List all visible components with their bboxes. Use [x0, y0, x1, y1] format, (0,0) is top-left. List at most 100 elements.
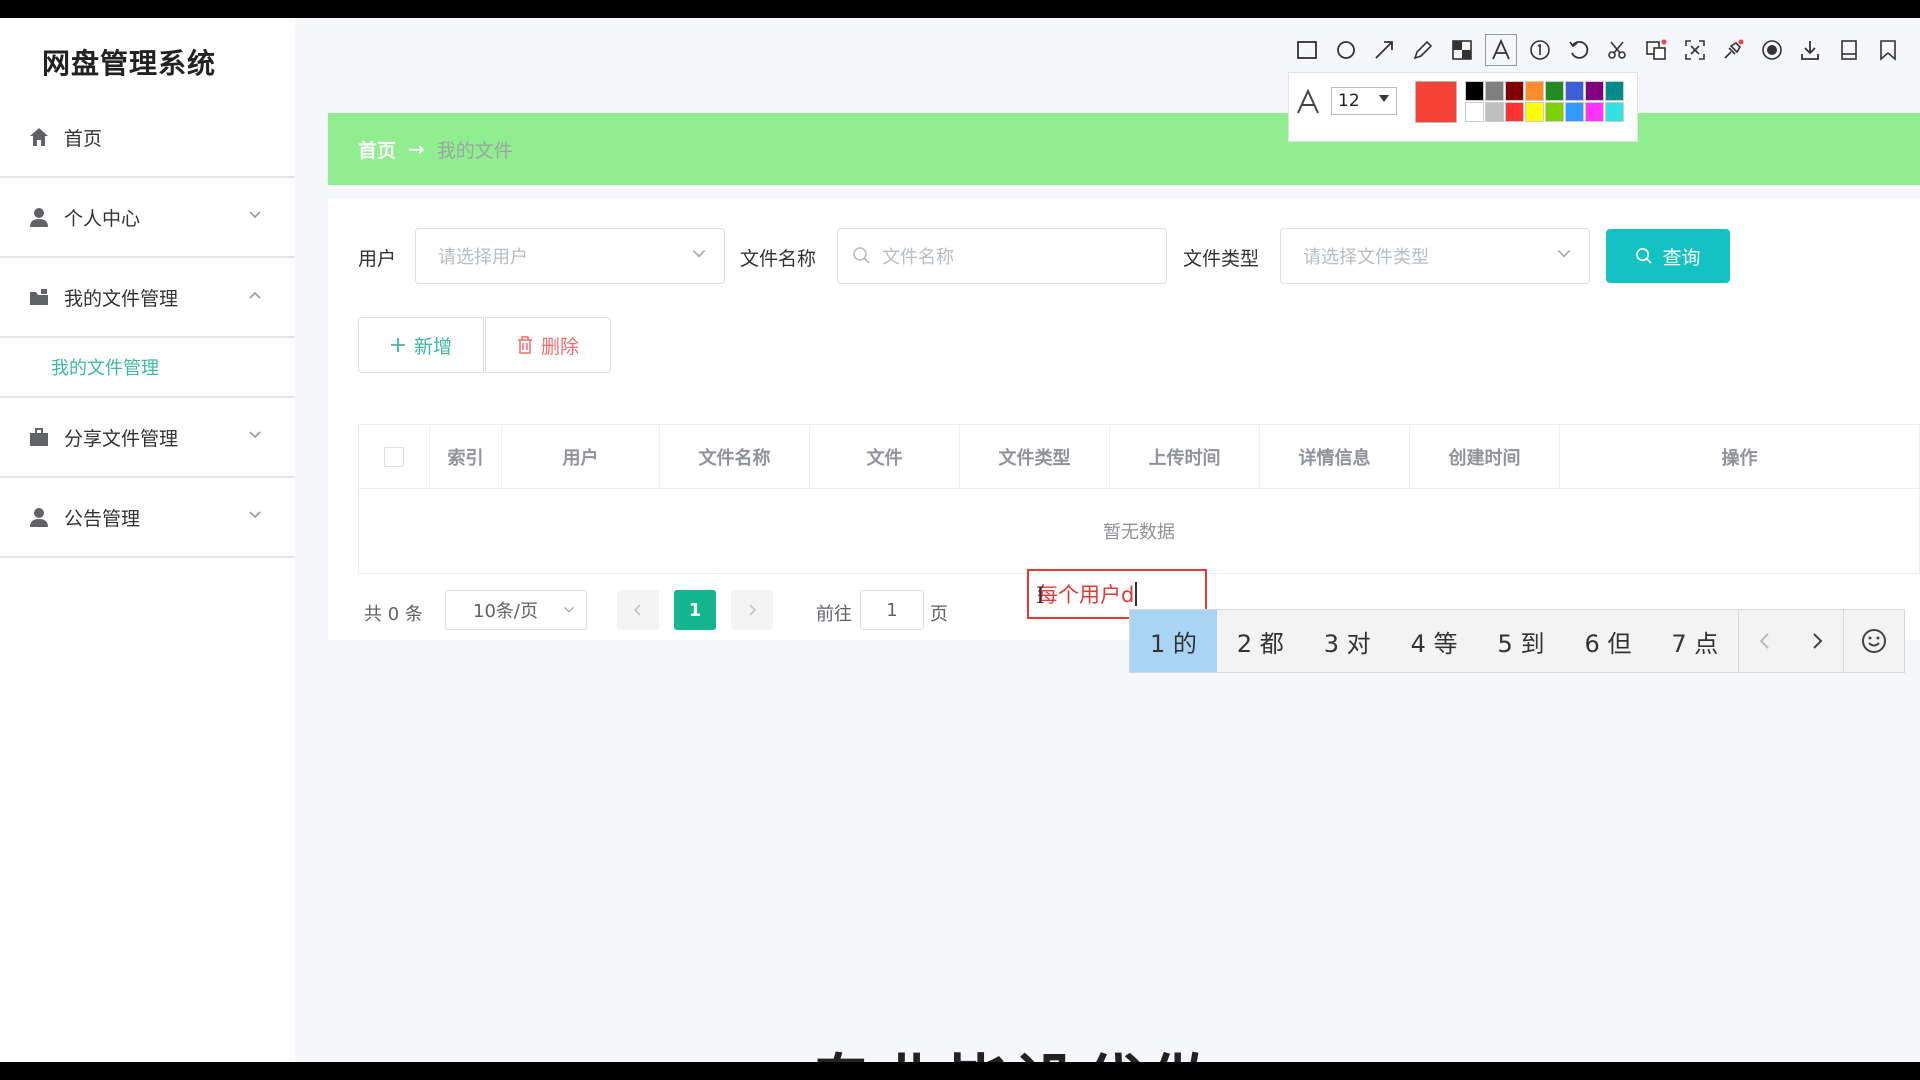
color-swatch[interactable]: [1565, 102, 1584, 122]
chevron-down-icon: [1555, 245, 1573, 267]
column-header: 索引: [430, 425, 502, 488]
page-suffix: 页: [930, 604, 948, 625]
sidebar-item-label: 我的文件管理: [64, 287, 179, 310]
sidebar-subitem-my-files[interactable]: 我的文件管理: [0, 338, 295, 398]
sidebar-item-announcements[interactable]: 公告管理: [0, 478, 295, 558]
sidebar-menu: 首页 个人中心 我的文件管理 我的文件管理 分享文件管理 公告管理: [0, 98, 295, 558]
number-icon[interactable]: [1521, 32, 1560, 68]
ime-candidate[interactable]: 4 等: [1391, 610, 1478, 672]
chevron-down-icon: [247, 427, 263, 447]
pin-icon[interactable]: [1714, 32, 1753, 68]
color-swatch[interactable]: [1585, 102, 1604, 122]
circle-icon[interactable]: [1327, 32, 1366, 68]
pencil-icon[interactable]: [1404, 32, 1443, 68]
page-size-value: 10条/页: [473, 601, 538, 622]
color-swatch[interactable]: [1525, 81, 1544, 101]
user-icon: [28, 206, 50, 228]
color-swatch[interactable]: [1485, 102, 1504, 122]
caret-down-icon: [1378, 94, 1390, 107]
sidebar-item-label: 个人中心: [64, 207, 141, 230]
user-select[interactable]: 请选择用户: [415, 228, 725, 284]
filename-input[interactable]: 文件名称: [837, 228, 1167, 284]
ime-candidate-bar: 1 的 2 都 3 对 4 等 5 到 6 但 7 点: [1129, 609, 1905, 673]
chevron-down-icon: [247, 207, 263, 227]
sidebar-item-home[interactable]: 首页: [0, 98, 295, 178]
record-icon[interactable]: [1753, 32, 1792, 68]
chevron-right-icon: [749, 604, 757, 616]
color-swatch[interactable]: [1545, 81, 1564, 101]
sidebar-item-share-files[interactable]: 分享文件管理: [0, 398, 295, 478]
page-number-current[interactable]: 1: [674, 590, 716, 630]
add-button[interactable]: 新增: [358, 317, 484, 373]
ime-candidate[interactable]: 7 点: [1651, 610, 1738, 672]
color-swatch[interactable]: [1525, 102, 1544, 122]
ime-candidate[interactable]: 5 到: [1478, 610, 1565, 672]
breadcrumb-current: 我的文件: [436, 139, 513, 162]
color-swatch[interactable]: [1605, 102, 1624, 122]
delete-button[interactable]: 删除: [485, 317, 611, 373]
ime-candidate[interactable]: 1 的: [1130, 610, 1217, 672]
column-header: 用户: [502, 425, 660, 488]
cut-icon[interactable]: [1598, 32, 1637, 68]
bookmark-icon[interactable]: [1868, 32, 1907, 68]
color-swatch[interactable]: [1465, 102, 1484, 122]
emoji-button[interactable]: [1844, 628, 1904, 654]
breadcrumb: 首页 → 我的文件: [328, 113, 1920, 185]
select-all-checkbox-cell[interactable]: [359, 425, 430, 488]
font-icon: [1295, 88, 1321, 122]
column-header: 详情信息: [1260, 425, 1410, 488]
ocr-icon[interactable]: [1675, 32, 1714, 68]
download-icon[interactable]: [1791, 32, 1830, 68]
user-filter-label: 用户: [358, 248, 397, 270]
save-icon[interactable]: [1830, 32, 1869, 68]
color-swatch[interactable]: [1485, 81, 1504, 101]
emoji-icon: [1862, 629, 1887, 653]
ime-prev-page-button[interactable]: [1739, 631, 1791, 651]
chevron-left-icon: [1759, 633, 1769, 649]
table-header: 索引 用户 文件名称 文件 文件类型 上传时间 详情信息 创建时间 操作: [359, 425, 1919, 489]
goto-label: 前往: [816, 604, 852, 625]
page-size-select[interactable]: 10条/页: [445, 590, 587, 630]
translate-icon[interactable]: [1637, 32, 1676, 68]
color-swatch[interactable]: [1585, 81, 1604, 101]
next-page-button[interactable]: [731, 590, 773, 630]
arrow-icon[interactable]: [1365, 32, 1404, 68]
color-swatch[interactable]: [1605, 81, 1624, 101]
text-caret: [1135, 582, 1138, 606]
home-icon: [28, 126, 50, 148]
color-swatch[interactable]: [1465, 81, 1484, 101]
breadcrumb-home[interactable]: 首页: [358, 136, 396, 163]
goto-page-input[interactable]: 1: [860, 590, 924, 630]
ime-candidate[interactable]: 2 都: [1217, 610, 1304, 672]
user-select-placeholder: 请选择用户: [438, 247, 528, 268]
filetype-filter-label: 文件类型: [1183, 248, 1260, 270]
rectangle-icon[interactable]: [1288, 32, 1327, 68]
text-icon[interactable]: [1484, 34, 1517, 66]
ime-next-page-button[interactable]: [1791, 631, 1843, 651]
color-swatch[interactable]: [1505, 81, 1524, 101]
select-all-checkbox[interactable]: [384, 446, 404, 467]
table-empty-text: 暂无数据: [1103, 522, 1175, 543]
filetype-select[interactable]: 请选择文件类型: [1280, 228, 1590, 284]
undo-icon[interactable]: [1560, 32, 1599, 68]
color-swatch[interactable]: [1545, 102, 1564, 122]
color-swatch[interactable]: [1505, 102, 1524, 122]
pagination-total: 共 0 条: [364, 604, 423, 625]
chevron-left-icon: [633, 604, 641, 616]
query-button[interactable]: 查询: [1606, 229, 1730, 283]
prev-page-button[interactable]: [617, 590, 659, 630]
search-icon: [1635, 247, 1654, 266]
annotation-text: 每个用户d: [1037, 583, 1135, 607]
column-header: 创建时间: [1410, 425, 1560, 488]
font-size-select[interactable]: 12: [1331, 87, 1397, 115]
sidebar-item-my-files[interactable]: 我的文件管理: [0, 258, 295, 338]
ime-candidate[interactable]: 6 但: [1564, 610, 1651, 672]
sidebar-item-profile[interactable]: 个人中心: [0, 178, 295, 258]
ime-candidate[interactable]: 3 对: [1304, 610, 1391, 672]
active-color-swatch[interactable]: [1415, 81, 1457, 123]
color-swatch[interactable]: [1565, 81, 1584, 101]
search-icon: [852, 246, 872, 271]
font-size-value: 12: [1338, 91, 1360, 111]
mosaic-icon[interactable]: [1442, 32, 1481, 68]
video-subtitle: 专业毕设代做: [810, 1033, 1218, 1062]
